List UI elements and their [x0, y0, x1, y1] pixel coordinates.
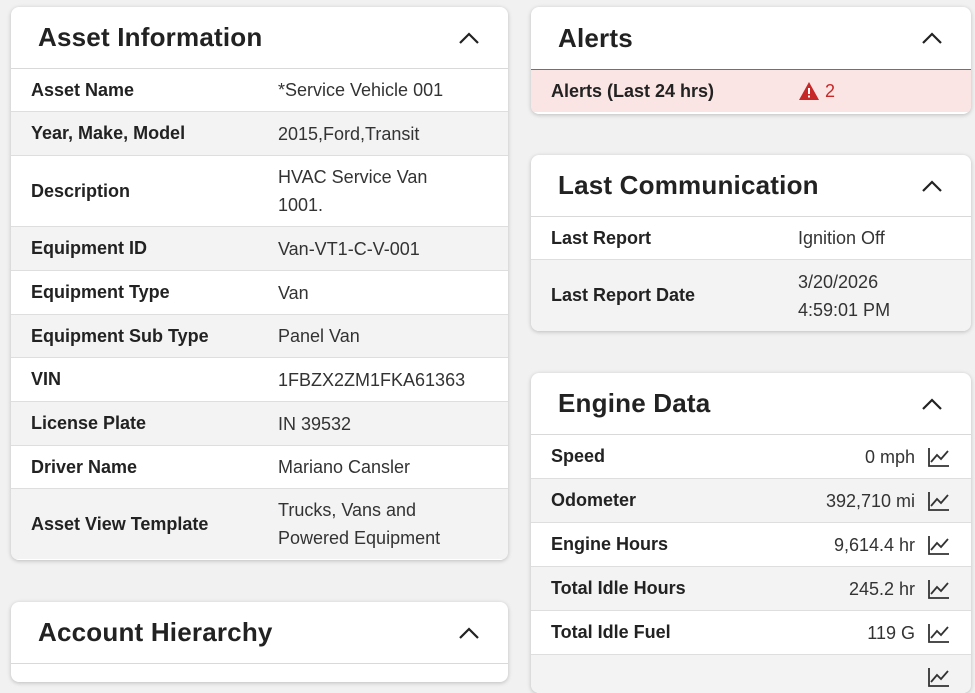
row-label: Equipment Sub Type	[31, 325, 209, 346]
row-value: Van-VT1-C-V-001	[278, 238, 420, 259]
row-label: Equipment ID	[31, 238, 147, 258]
row-value: 2015,Ford,Transit	[278, 123, 420, 144]
row-value: Trucks, Vans and Powered Equipment	[278, 500, 441, 548]
warning-triangle-icon	[799, 82, 819, 100]
table-row: License Plate IN 39532	[11, 402, 508, 446]
row-value: 245.2 hr	[848, 578, 915, 599]
chevron-up-icon[interactable]	[921, 31, 943, 45]
row-label: Asset View Template	[31, 513, 209, 534]
last-communication-title: Last Communication	[558, 170, 819, 200]
table-row: VIN 1FBZX2ZM1FKA61363	[11, 358, 508, 402]
account-hierarchy-card: Account Hierarchy	[11, 602, 508, 682]
trend-chart-icon[interactable]	[927, 666, 951, 688]
row-label: Odometer	[551, 490, 637, 510]
row-value: *Service Vehicle 001	[278, 80, 444, 100]
alerts-title: Alerts	[558, 22, 633, 53]
last-communication-card: Last Communication Last Report Ignition …	[531, 155, 971, 331]
row-label: VIN	[31, 369, 62, 389]
alert-count[interactable]: 2	[798, 81, 835, 102]
row-label: Asset Name	[31, 79, 135, 100]
table-row: Description HVAC Service Van 1001.	[11, 156, 508, 227]
row-value: 119 G	[867, 622, 915, 643]
row-value: 1FBZX2ZM1FKA61363	[278, 369, 466, 390]
table-row: Equipment ID Van-VT1-C-V-001	[11, 227, 508, 271]
row-label: License Plate	[31, 413, 147, 433]
table-row: Last Report Date 3/20/2026 4:59:01 PM	[531, 260, 971, 331]
alerts-header[interactable]: Alerts	[531, 7, 971, 70]
table-row: Speed 0 mph	[531, 435, 971, 479]
chevron-up-icon[interactable]	[458, 31, 480, 45]
asset-information-card: Asset Information Asset Name *Service Ve…	[11, 7, 508, 560]
chevron-up-icon[interactable]	[921, 397, 943, 411]
account-hierarchy-header[interactable]: Account Hierarchy	[11, 602, 508, 664]
table-row: Engine Hours 9,614.4 hr	[531, 523, 971, 567]
table-row: Total Idle Hours 245.2 hr	[531, 567, 971, 611]
table-row: Last Report Ignition Off	[531, 217, 971, 260]
row-label: Last Report Date	[551, 285, 696, 305]
row-value: Panel Van	[278, 326, 360, 346]
row-label: Speed	[551, 446, 606, 466]
table-row: Equipment Type Van	[11, 271, 508, 315]
engine-data-card: Engine Data Speed 0 mph Odometer 392,710…	[531, 373, 971, 693]
row-label: Driver Name	[31, 456, 138, 477]
table-row: Driver Name Mariano Cansler	[11, 446, 508, 489]
row-label: Total Idle Hours	[551, 578, 686, 598]
table-row: Asset Name *Service Vehicle 001	[11, 69, 508, 112]
account-hierarchy-title: Account Hierarchy	[38, 617, 273, 647]
row-value: 3/20/2026 4:59:01 PM	[798, 271, 891, 320]
row-label: Last Report	[551, 227, 652, 248]
trend-chart-icon[interactable]	[927, 622, 951, 644]
asset-information-title: Asset Information	[38, 22, 263, 52]
row-label: Description	[31, 180, 131, 201]
trend-chart-icon[interactable]	[927, 490, 951, 512]
row-value: 392,710 mi	[825, 490, 915, 511]
asset-information-header[interactable]: Asset Information	[11, 7, 508, 69]
trend-chart-icon[interactable]	[927, 446, 951, 468]
table-row	[531, 655, 971, 693]
alerts-row[interactable]: Alerts (Last 24 hrs) 2	[531, 70, 971, 112]
last-communication-header[interactable]: Last Communication	[531, 155, 971, 217]
row-label: Engine Hours	[551, 534, 669, 554]
row-label: Total Idle Fuel	[551, 622, 671, 642]
table-row: Total Idle Fuel 119 G	[531, 611, 971, 655]
engine-data-header[interactable]: Engine Data	[531, 373, 971, 435]
table-row: Year, Make, Model 2015,Ford,Transit	[11, 112, 508, 156]
row-label: Year, Make, Model	[31, 123, 186, 143]
table-row: Equipment Sub Type Panel Van	[11, 315, 508, 358]
row-value: HVAC Service Van 1001.	[278, 167, 428, 215]
row-label: Equipment Type	[31, 282, 170, 302]
table-row: Asset View Template Trucks, Vans and Pow…	[11, 489, 508, 559]
engine-data-title: Engine Data	[558, 388, 711, 418]
row-value: 0 mph	[864, 446, 915, 467]
chevron-up-icon[interactable]	[921, 179, 943, 193]
trend-chart-icon[interactable]	[927, 534, 951, 556]
alert-count-value: 2	[825, 80, 836, 101]
row-value: 9,614.4 hr	[833, 534, 915, 555]
alerts-card: Alerts Alerts (Last 24 hrs) 2	[531, 7, 971, 114]
row-value: Van	[278, 282, 309, 303]
chevron-up-icon[interactable]	[458, 626, 480, 640]
table-row: Odometer 392,710 mi	[531, 479, 971, 523]
trend-chart-icon[interactable]	[927, 578, 951, 600]
row-value: Ignition Off	[798, 228, 885, 248]
row-value: Mariano Cansler	[278, 457, 411, 477]
row-value: IN 39532	[278, 413, 352, 434]
alerts-row-label: Alerts (Last 24 hrs)	[551, 80, 715, 101]
